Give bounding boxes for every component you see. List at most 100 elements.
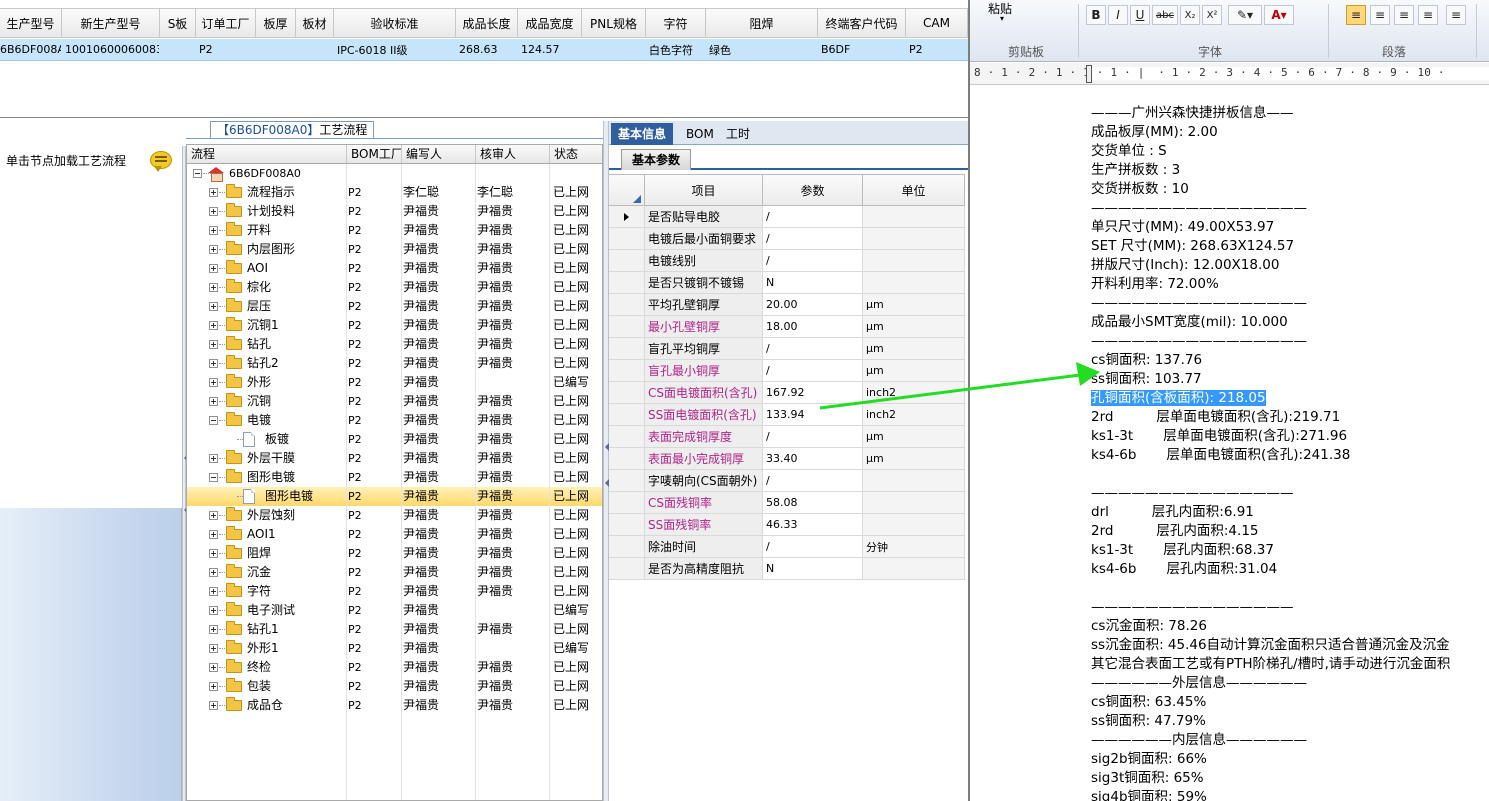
collapse-icon[interactable] [209, 473, 218, 482]
param-row[interactable]: 平均孔壁铜厚 20.00 μm [609, 294, 965, 316]
param-value[interactable]: N [763, 558, 863, 579]
order-col-header[interactable]: S板 [160, 9, 196, 37]
expand-icon[interactable] [209, 682, 218, 691]
tree-row[interactable]: 流程指示 P2 李仁聪 李仁聪 已上网 [187, 183, 602, 202]
order-cell[interactable]: B6DF [818, 39, 906, 60]
order-col-header[interactable]: 阻焊 [706, 9, 818, 37]
row-indicator[interactable] [609, 294, 645, 315]
row-indicator[interactable] [609, 360, 645, 381]
expand-icon[interactable] [209, 340, 218, 349]
order-col-header[interactable]: PNL规格 [582, 9, 646, 37]
tree-row[interactable]: 沉铜 P2 尹福贵 尹福贵 已上网 [187, 392, 602, 411]
tree-row[interactable]: 沉铜1 P2 尹福贵 尹福贵 已上网 [187, 316, 602, 335]
param-value[interactable]: / [763, 228, 863, 249]
row-indicator[interactable] [609, 514, 645, 535]
subscript-button[interactable]: X₂ [1180, 5, 1200, 25]
param-row[interactable]: 电镀线别 / [609, 250, 965, 272]
param-row[interactable]: CS面残铜率 58.08 [609, 492, 965, 514]
tree-root-row[interactable]: 6B6DF008A0 [187, 164, 602, 183]
expand-icon[interactable] [209, 302, 218, 311]
order-cell[interactable]: P2 [196, 39, 256, 60]
tree-row[interactable]: AOI P2 尹福贵 尹福贵 已上网 [187, 259, 602, 278]
expand-icon[interactable] [209, 644, 218, 653]
highlight-color-button[interactable]: ✎ ▾ [1228, 5, 1262, 25]
tree-row[interactable]: 沉金 P2 尹福贵 尹福贵 已上网 [187, 563, 602, 582]
param-value[interactable]: 20.00 [763, 294, 863, 315]
row-indicator[interactable] [609, 492, 645, 513]
tree-row[interactable]: 图形电镀 P2 尹福贵 尹福贵 已上网 [187, 468, 602, 487]
order-cell[interactable] [256, 39, 296, 60]
tree-row[interactable]: 外层干膜 P2 尹福贵 尹福贵 已上网 [187, 449, 602, 468]
tree-row[interactable]: 计划投料 P2 尹福贵 尹福贵 已上网 [187, 202, 602, 221]
order-col-header[interactable]: 终端客户代码 [818, 9, 906, 37]
expand-icon[interactable] [209, 625, 218, 634]
line-spacing-button[interactable]: ≡ [1446, 5, 1466, 25]
order-cell[interactable] [160, 39, 196, 60]
tree-row[interactable]: 图形电镀 P2 尹福贵 尹福贵 已上网 [187, 487, 602, 506]
order-cell[interactable] [296, 39, 334, 60]
row-indicator[interactable] [609, 382, 645, 403]
expand-icon[interactable] [209, 264, 218, 273]
param-value[interactable]: / [763, 338, 863, 359]
param-row[interactable]: 最小孔壁铜厚 18.00 μm [609, 316, 965, 338]
param-row[interactable]: 盲孔平均铜厚 / μm [609, 338, 965, 360]
tree-row[interactable]: 外形 P2 尹福贵 已编写 [187, 373, 602, 392]
expand-icon[interactable] [209, 530, 218, 539]
expand-icon[interactable] [209, 663, 218, 672]
param-value[interactable]: 18.00 [763, 316, 863, 337]
row-indicator[interactable] [609, 316, 645, 337]
align-center-button[interactable]: ≡ [1370, 5, 1390, 25]
load-flow-hint[interactable]: 单击节点加载工艺流程 [6, 152, 126, 169]
param-row[interactable]: 盲孔最小铜厚 / μm [609, 360, 965, 382]
row-indicator[interactable] [609, 338, 645, 359]
param-row[interactable]: 是否贴导电胶 / [609, 206, 965, 228]
expand-icon[interactable] [209, 549, 218, 558]
row-indicator[interactable] [609, 228, 645, 249]
param-value[interactable]: / [763, 250, 863, 271]
order-grid-row[interactable]: 6B6DF008A010010600060083 P2 IPC-6018 II级26… [0, 39, 968, 61]
param-row[interactable]: 是否为高精度阻抗 N [609, 558, 965, 580]
expand-icon[interactable] [209, 321, 218, 330]
tab-bom[interactable]: BOM [679, 123, 721, 145]
expand-icon[interactable] [209, 378, 218, 387]
expand-icon[interactable] [209, 568, 218, 577]
tree-row[interactable]: 钻孔 P2 尹福贵 尹福贵 已上网 [187, 335, 602, 354]
order-col-header[interactable]: 成品宽度 [518, 9, 582, 37]
tree-row[interactable]: 成品仓 P2 尹福贵 尹福贵 已上网 [187, 696, 602, 715]
tree-row[interactable]: 阻焊 P2 尹福贵 尹福贵 已上网 [187, 544, 602, 563]
expand-icon[interactable] [209, 226, 218, 235]
param-value[interactable]: / [763, 470, 863, 491]
expand-icon[interactable] [209, 587, 218, 596]
param-row[interactable]: 是否只镀铜不镀锡 N [609, 272, 965, 294]
row-indicator[interactable] [609, 206, 645, 227]
expand-icon[interactable] [209, 397, 218, 406]
tree-row[interactable]: 棕化 P2 尹福贵 尹福贵 已上网 [187, 278, 602, 297]
tree-row[interactable]: 开料 P2 尹福贵 尹福贵 已上网 [187, 221, 602, 240]
order-cell[interactable]: 124.57 [518, 39, 582, 60]
collapse-icon[interactable] [209, 416, 218, 425]
tree-row[interactable]: 钻孔1 P2 尹福贵 尹福贵 已上网 [187, 620, 602, 639]
tree-row[interactable]: 板镀 P2 尹福贵 尹福贵 已上网 [187, 430, 602, 449]
param-value[interactable]: 33.40 [763, 448, 863, 469]
expand-icon[interactable] [209, 511, 218, 520]
order-cell[interactable]: P2 [906, 39, 968, 60]
order-col-header[interactable]: 生产型号 [0, 9, 62, 37]
param-row[interactable]: 表面最小完成铜厚 33.40 μm [609, 448, 965, 470]
tab-basic-info[interactable]: 基本信息 [611, 123, 674, 145]
tree-col-header[interactable]: 编写人 [402, 145, 476, 163]
order-col-header[interactable]: 板材 [296, 9, 334, 37]
tree-row[interactable]: 钻孔2 P2 尹福贵 尹福贵 已上网 [187, 354, 602, 373]
underline-button[interactable]: U [1130, 5, 1150, 25]
param-row[interactable]: 表面完成铜厚度 / μm [609, 426, 965, 448]
tree-col-header[interactable]: BOM工厂 [347, 145, 402, 163]
paste-dropdown-icon[interactable]: ▾ [1000, 14, 1004, 23]
param-row[interactable]: CS面电镀面积(含孔) 167.92 inch2 [609, 382, 965, 404]
superscript-button[interactable]: X² [1202, 5, 1222, 25]
indent-marker-icon[interactable] [1086, 65, 1092, 83]
param-value[interactable]: / [763, 536, 863, 557]
order-cell[interactable]: 绿色 [706, 39, 818, 60]
order-cell[interactable]: 白色字符 [646, 39, 706, 60]
italic-button[interactable]: I [1108, 5, 1128, 25]
speech-bubble-icon[interactable] [150, 151, 172, 172]
row-indicator[interactable] [609, 558, 645, 579]
